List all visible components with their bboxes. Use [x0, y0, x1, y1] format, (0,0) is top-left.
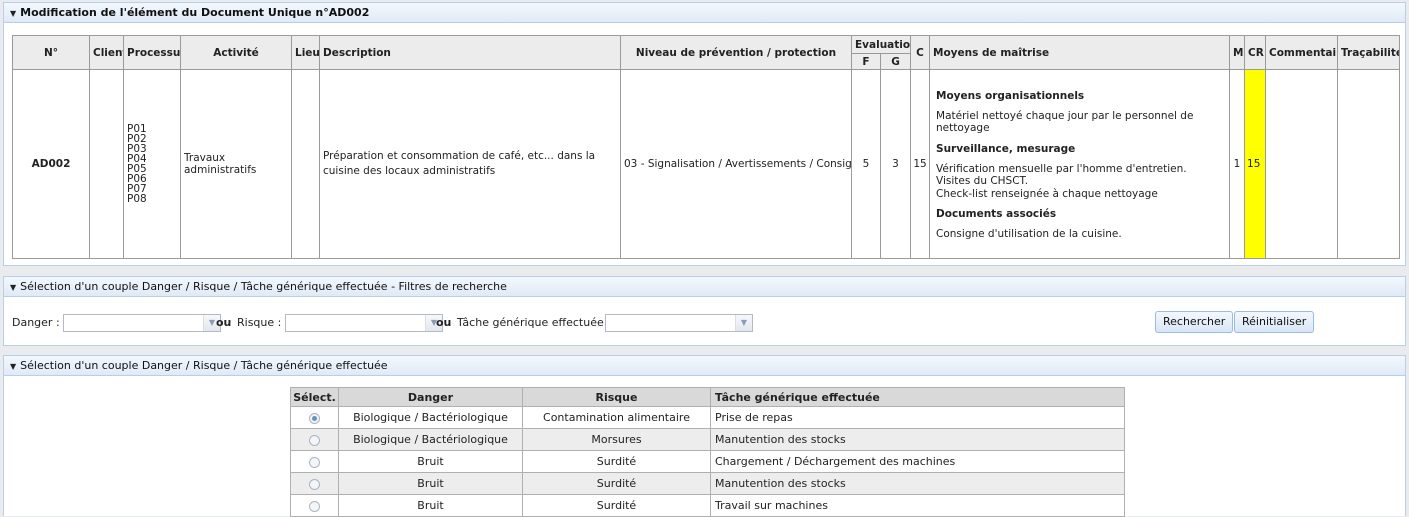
- cell-danger: Bruit: [338, 494, 523, 517]
- radio-icon[interactable]: [309, 478, 320, 490]
- col-header-select: Sélect.: [290, 387, 339, 407]
- collapse-triangle-icon[interactable]: ▼: [10, 9, 16, 18]
- col-header-commentaire: Commentaire: [1265, 35, 1339, 70]
- cell-danger: Bruit: [338, 472, 523, 495]
- ou-label: ou: [436, 316, 452, 329]
- risque-label: Risque :: [237, 316, 282, 329]
- moyens-text: Visites du CHSCT.: [936, 175, 1029, 187]
- moyens-text: Vérification mensuelle par l'homme d'ent…: [936, 162, 1187, 175]
- radio-icon[interactable]: [309, 434, 320, 446]
- search-button[interactable]: Rechercher: [1155, 311, 1234, 333]
- cell-tache: Prise de repas: [710, 406, 1125, 429]
- panel-title: Sélection d'un couple Danger / Risque / …: [20, 359, 388, 372]
- radio-icon[interactable]: [309, 456, 320, 468]
- table-row[interactable]: Biologique / Bactériologique Morsures Ma…: [290, 428, 1125, 451]
- panel-title: Modification de l'élément du Document Un…: [20, 6, 370, 19]
- cell-description: Préparation et consommation de café, etc…: [319, 69, 621, 259]
- col-header-m: M: [1229, 35, 1246, 70]
- cell-cr: 15: [1244, 69, 1267, 259]
- col-header-description: Description: [319, 35, 621, 70]
- col-header-processus: Processus: [123, 35, 181, 70]
- col-header-activite: Activité: [180, 35, 292, 70]
- collapse-triangle-icon[interactable]: ▼: [10, 283, 16, 292]
- col-header-moyens: Moyens de maîtrise: [929, 35, 1231, 70]
- col-header-evaluation: Evaluation: [850, 35, 912, 54]
- moyens-heading: Documents associés: [936, 208, 1057, 220]
- cell-c: 15: [910, 69, 931, 259]
- col-header-client: Client: [89, 35, 124, 70]
- selection-panel: ▼ Sélection d'un couple Danger / Risque /…: [3, 355, 1406, 517]
- table-row[interactable]: Bruit Surdité Travail sur machines: [290, 494, 1125, 517]
- col-header-tracabilite: Traçabilité: [1337, 35, 1401, 70]
- table-row[interactable]: Biologique / Bactériologique Contaminati…: [290, 406, 1125, 429]
- cell-danger: Biologique / Bactériologique: [338, 428, 523, 451]
- chevron-down-icon[interactable]: ▼: [735, 315, 752, 331]
- moyens-heading: Surveillance, mesurage: [936, 142, 1076, 155]
- cell-risque: Contamination alimentaire: [522, 406, 711, 429]
- cell-f: 5: [851, 69, 881, 259]
- col-header-danger: Danger: [338, 387, 523, 407]
- cell-tracabilite: [1337, 69, 1401, 259]
- search-filters-panel: ▼ Sélection d'un couple Danger / Risque /…: [3, 276, 1406, 346]
- cell-g: 3: [879, 69, 912, 259]
- search-filters-panel-header[interactable]: ▼ Sélection d'un couple Danger / Risque /…: [4, 277, 1405, 297]
- tache-combo[interactable]: ▼: [605, 314, 753, 332]
- col-header-niveau: Niveau de prévention / protection: [620, 35, 852, 70]
- cell-activite: Travaux administratifs: [180, 69, 292, 259]
- cell-num: AD002: [12, 69, 90, 259]
- danger-combo[interactable]: ▼: [63, 314, 221, 332]
- col-header-g: G: [879, 53, 912, 70]
- col-header-cr: CR: [1244, 35, 1267, 70]
- cell-lieu: [291, 69, 320, 259]
- collapse-triangle-icon[interactable]: ▼: [10, 362, 16, 371]
- cell-m: 1: [1229, 69, 1246, 259]
- cell-tache: Manutention des stocks: [710, 472, 1125, 495]
- cell-risque: Morsures: [522, 428, 711, 451]
- cell-niveau: 03 - Signalisation / Avertissements / Co…: [620, 69, 852, 259]
- cell-commentaire: [1265, 69, 1339, 259]
- col-header-lieu: Lieu: [291, 35, 320, 70]
- cell-danger: Biologique / Bactériologique: [338, 406, 523, 429]
- danger-risk-table: Sélect. Danger Risque Tâche générique ef…: [290, 387, 1125, 517]
- moyens-text: Consigne d'utilisation de la cuisine.: [936, 228, 1122, 240]
- moyens-text: Matériel nettoyé chaque jour par le pers…: [936, 109, 1194, 135]
- moyens-heading: Moyens organisationnels: [936, 89, 1085, 102]
- document-element-panel-header[interactable]: ▼ Modification de l'élément du Document U…: [4, 3, 1405, 23]
- cell-tache: Manutention des stocks: [710, 428, 1125, 451]
- col-header-tache: Tâche générique effectuée: [710, 387, 1125, 407]
- cell-tache: Travail sur machines: [710, 494, 1125, 517]
- cell-risque: Surdité: [522, 494, 711, 517]
- cell-danger: Bruit: [338, 450, 523, 473]
- reset-button[interactable]: Réinitialiser: [1234, 311, 1315, 333]
- col-header-num: N°: [12, 35, 90, 70]
- cell-risque: Surdité: [522, 472, 711, 495]
- panel-title: Sélection d'un couple Danger / Risque / …: [20, 280, 507, 293]
- ou-label: ou: [216, 316, 232, 329]
- tache-label: Tâche générique effectuée :: [457, 316, 611, 329]
- risque-combo[interactable]: ▼: [285, 314, 443, 332]
- selection-panel-header[interactable]: ▼ Sélection d'un couple Danger / Risque /…: [4, 356, 1405, 376]
- cell-processus: P01 P02 P03 P04 P05 P06 P07 P08: [123, 69, 181, 259]
- cell-tache: Chargement / Déchargement des machines: [710, 450, 1125, 473]
- cell-risque: Surdité: [522, 450, 711, 473]
- moyens-text: Check-list renseignée à chaque nettoyage: [936, 187, 1158, 200]
- table-row: AD002 P01 P02 P03 P04 P05 P06 P07 P08 Tr…: [12, 69, 1401, 259]
- col-header-f: F: [851, 53, 881, 70]
- cell-moyens: Moyens organisationnels Matériel nettoyé…: [929, 69, 1231, 259]
- radio-icon[interactable]: [309, 412, 320, 424]
- radio-icon[interactable]: [309, 500, 320, 512]
- cell-client: [89, 69, 124, 259]
- table-row[interactable]: Bruit Surdité Manutention des stocks: [290, 472, 1125, 495]
- table-row[interactable]: Bruit Surdité Chargement / Déchargement …: [290, 450, 1125, 473]
- danger-label: Danger :: [12, 316, 60, 329]
- col-header-c: C: [910, 35, 931, 70]
- processus-item: P08: [127, 193, 147, 205]
- document-element-table: N° Client Processus Activité Lieu Descri…: [12, 35, 1401, 259]
- col-header-risque: Risque: [522, 387, 711, 407]
- document-element-panel: ▼ Modification de l'élément du Document U…: [3, 2, 1406, 266]
